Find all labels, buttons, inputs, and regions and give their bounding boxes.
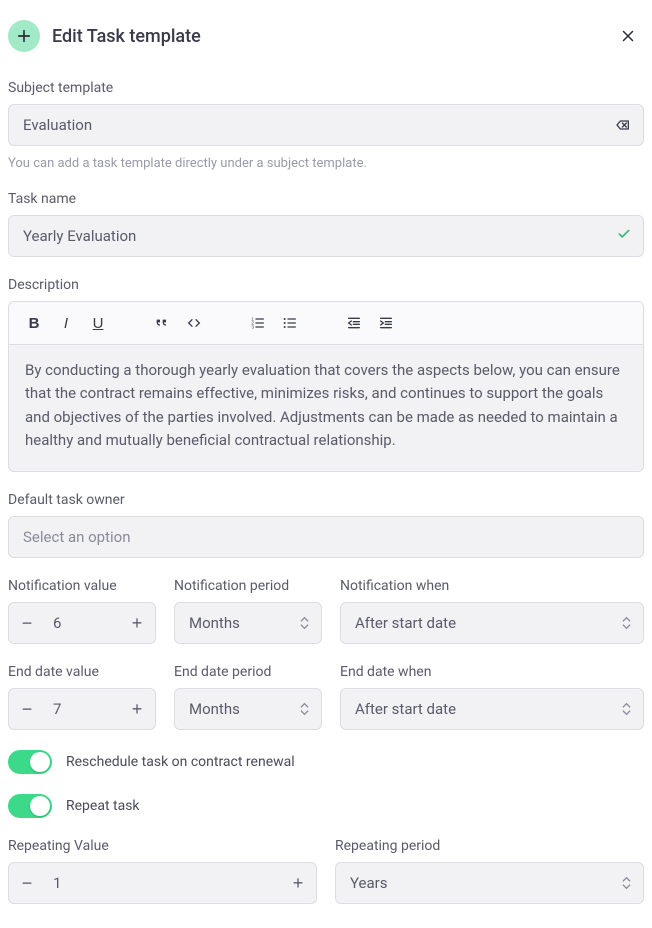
italic-button[interactable]: I xyxy=(53,310,79,336)
indent-icon xyxy=(378,315,394,331)
task-name-label: Task name xyxy=(8,191,644,207)
notification-when-value: After start date xyxy=(355,614,456,632)
repeating-row: Repeating Value − 1 + Repeating period Y… xyxy=(8,838,644,904)
code-icon xyxy=(186,315,202,331)
chevron-updown-icon xyxy=(300,703,309,716)
increment-button[interactable]: + xyxy=(119,689,155,729)
end-date-when-col: End date when After start date xyxy=(340,664,644,730)
reschedule-toggle-row: Reschedule task on contract renewal xyxy=(8,750,644,774)
end-date-period-col: End date period Months xyxy=(174,664,322,730)
chevron-updown-icon xyxy=(622,877,631,890)
close-icon xyxy=(619,27,637,45)
end-date-row: End date value − 7 + End date period Mon… xyxy=(8,664,644,730)
notification-value-stepper[interactable]: − 6 + xyxy=(8,602,156,644)
repeat-toggle-row: Repeat task xyxy=(8,794,644,818)
svg-text:3: 3 xyxy=(251,324,254,329)
chevron-updown-icon xyxy=(622,617,631,630)
repeating-period-label: Repeating period xyxy=(335,838,644,854)
description-section: Description B I U 123 xyxy=(8,277,644,472)
subject-template-section: Subject template Evaluation You can add … xyxy=(8,80,644,171)
outdent-button[interactable] xyxy=(341,310,367,336)
notification-period-select[interactable]: Months xyxy=(174,602,322,644)
end-date-period-value: Months xyxy=(189,700,240,718)
subject-template-label: Subject template xyxy=(8,80,644,96)
notification-period-label: Notification period xyxy=(174,578,322,594)
indent-button[interactable] xyxy=(373,310,399,336)
ordered-list-button[interactable]: 123 xyxy=(245,310,271,336)
reschedule-toggle-label: Reschedule task on contract renewal xyxy=(66,754,295,770)
chevron-updown-icon xyxy=(622,703,631,716)
default-task-owner-section: Default task owner Select an option xyxy=(8,492,644,558)
clear-icon[interactable] xyxy=(615,117,631,133)
end-date-when-label: End date when xyxy=(340,664,644,680)
repeating-period-value: Years xyxy=(350,874,387,892)
repeating-period-select[interactable]: Years xyxy=(335,862,644,904)
quote-button[interactable] xyxy=(149,310,175,336)
notification-value-label: Notification value xyxy=(8,578,156,594)
reschedule-toggle[interactable] xyxy=(8,750,52,774)
subject-template-input[interactable]: Evaluation xyxy=(8,104,644,146)
subject-template-help: You can add a task template directly und… xyxy=(8,156,644,171)
end-date-value-col: End date value − 7 + xyxy=(8,664,156,730)
notification-period-col: Notification period Months xyxy=(174,578,322,644)
task-name-section: Task name Yearly Evaluation xyxy=(8,191,644,257)
bold-button[interactable]: B xyxy=(21,310,47,336)
close-button[interactable] xyxy=(612,20,644,52)
plus-icon xyxy=(8,20,40,52)
default-task-owner-placeholder: Select an option xyxy=(23,528,130,546)
end-date-when-select[interactable]: After start date xyxy=(340,688,644,730)
end-date-when-value: After start date xyxy=(355,700,456,718)
decrement-button[interactable]: − xyxy=(9,603,45,643)
notification-row: Notification value − 6 + Notification pe… xyxy=(8,578,644,644)
decrement-button[interactable]: − xyxy=(9,863,45,903)
increment-button[interactable]: + xyxy=(280,863,316,903)
underline-button[interactable]: U xyxy=(85,310,111,336)
end-date-value-stepper[interactable]: − 7 + xyxy=(8,688,156,730)
task-name-input[interactable]: Yearly Evaluation xyxy=(8,215,644,257)
code-button[interactable] xyxy=(181,310,207,336)
description-textarea[interactable]: By conducting a thorough yearly evaluati… xyxy=(9,345,643,471)
chevron-updown-icon xyxy=(300,617,309,630)
editor-toolbar: B I U 123 xyxy=(9,302,643,345)
decrement-button[interactable]: − xyxy=(9,689,45,729)
notification-period-value: Months xyxy=(189,614,240,632)
subject-template-value: Evaluation xyxy=(23,116,92,134)
repeating-value-stepper[interactable]: − 1 + xyxy=(8,862,317,904)
increment-button[interactable]: + xyxy=(119,603,155,643)
description-label: Description xyxy=(8,277,644,293)
notification-when-select[interactable]: After start date xyxy=(340,602,644,644)
repeating-value-col: Repeating Value − 1 + xyxy=(8,838,317,904)
list-ol-icon: 123 xyxy=(250,315,266,331)
description-editor: B I U 123 By conducti xyxy=(8,301,644,472)
quote-icon xyxy=(154,315,170,331)
notification-when-label: Notification when xyxy=(340,578,644,594)
outdent-icon xyxy=(346,315,362,331)
dialog-header: Edit Task template xyxy=(8,20,644,52)
unordered-list-button[interactable] xyxy=(277,310,303,336)
repeating-value-label: Repeating Value xyxy=(8,838,317,854)
page-title: Edit Task template xyxy=(52,26,612,47)
end-date-value-label: End date value xyxy=(8,664,156,680)
repeating-value: 1 xyxy=(45,874,280,892)
end-date-period-label: End date period xyxy=(174,664,322,680)
default-task-owner-select[interactable]: Select an option xyxy=(8,516,644,558)
task-name-value: Yearly Evaluation xyxy=(23,227,136,245)
default-task-owner-label: Default task owner xyxy=(8,492,644,508)
list-ul-icon xyxy=(282,315,298,331)
check-icon xyxy=(617,227,631,245)
repeating-period-col: Repeating period Years xyxy=(335,838,644,904)
end-date-period-select[interactable]: Months xyxy=(174,688,322,730)
notification-when-col: Notification when After start date xyxy=(340,578,644,644)
repeat-toggle[interactable] xyxy=(8,794,52,818)
notification-value: 6 xyxy=(45,614,119,632)
notification-value-col: Notification value − 6 + xyxy=(8,578,156,644)
repeat-toggle-label: Repeat task xyxy=(66,798,140,814)
end-date-value: 7 xyxy=(45,700,119,718)
